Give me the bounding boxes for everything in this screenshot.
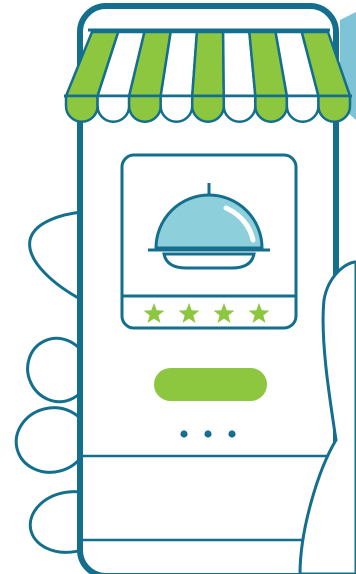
pagination-dot[interactable] [180, 430, 188, 438]
awning-stripes [64, 30, 352, 98]
pagination-dot[interactable] [204, 430, 212, 438]
awning-scallop [317, 94, 352, 123]
product-card[interactable] [120, 153, 298, 330]
awning-stripe [190, 30, 226, 98]
awning-scallops [64, 94, 352, 123]
awning-scallop [285, 94, 320, 123]
awning-scallop [64, 94, 99, 123]
awning-scallop [96, 94, 131, 123]
food-delivery-app-illustration [14, 3, 356, 574]
cloche-plate [162, 252, 256, 270]
awning-scallop [190, 94, 226, 123]
awning-scallop [222, 94, 257, 123]
thumb [28, 210, 84, 303]
pagination-dot[interactable] [228, 430, 236, 438]
action-button[interactable] [154, 368, 267, 401]
awning-scallop [254, 94, 289, 123]
awning-scallop [159, 94, 194, 123]
awning-scallop [127, 94, 162, 123]
awning-icon [64, 28, 352, 123]
